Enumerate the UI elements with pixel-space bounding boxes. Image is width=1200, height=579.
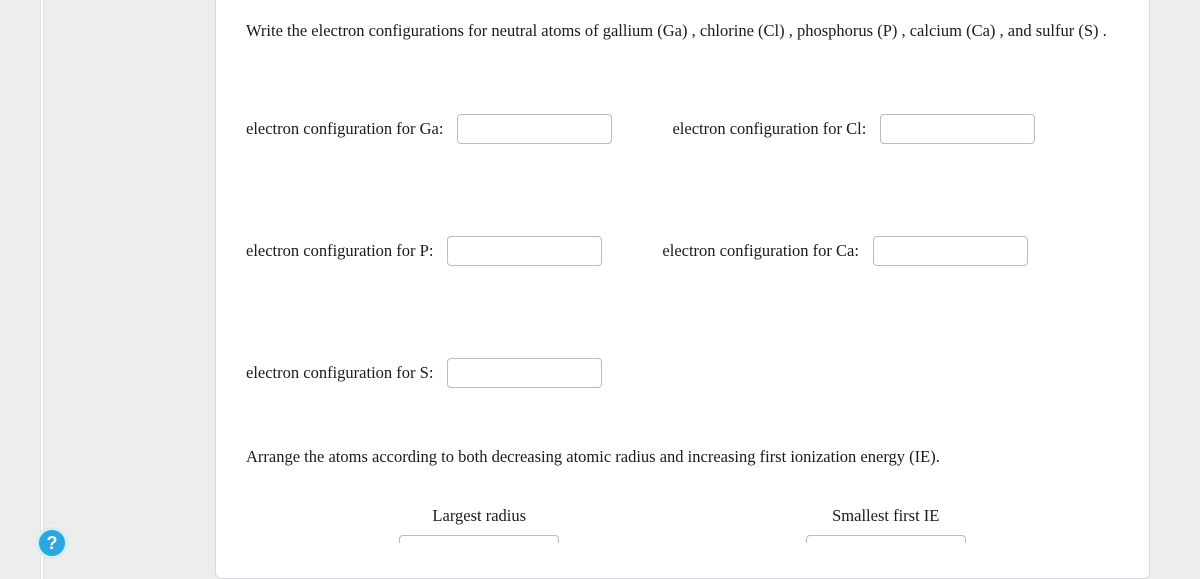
field-pair-s: electron configuration for S:	[246, 358, 602, 388]
input-cl[interactable]	[880, 114, 1035, 144]
field-pair-p: electron configuration for P:	[246, 236, 602, 266]
input-p[interactable]	[447, 236, 602, 266]
rank-label-right: Smallest first IE	[832, 503, 939, 529]
help-button[interactable]: ?	[36, 527, 68, 559]
field-pair-ga: electron configuration for Ga:	[246, 114, 612, 144]
field-pair-ca: electron configuration for Ca:	[662, 236, 1028, 266]
rank-dropzone-right[interactable]	[806, 535, 966, 543]
row-p-ca: electron configuration for P: electron c…	[246, 236, 1119, 266]
help-icon: ?	[47, 533, 58, 554]
question-prompt: Write the electron configurations for ne…	[246, 18, 1119, 44]
question-card: Write the electron configurations for ne…	[215, 0, 1150, 579]
field-pair-cl: electron configuration for Cl:	[672, 114, 1035, 144]
row-ga-cl: electron configuration for Ga: electron …	[246, 114, 1119, 144]
rank-dropzone-left[interactable]	[399, 535, 559, 543]
input-ca[interactable]	[873, 236, 1028, 266]
input-ga[interactable]	[457, 114, 612, 144]
page: Write the electron configurations for ne…	[0, 0, 1200, 579]
input-s[interactable]	[447, 358, 602, 388]
rank-label-left: Largest radius	[432, 503, 526, 529]
rank-col-right: Smallest first IE	[776, 503, 996, 543]
left-gutter	[40, 0, 44, 579]
rank-row: Largest radius Smallest first IE	[246, 503, 1119, 543]
label-s: electron configuration for S:	[246, 360, 433, 386]
row-s: electron configuration for S:	[246, 358, 1119, 388]
rank-col-left: Largest radius	[369, 503, 589, 543]
label-cl: electron configuration for Cl:	[672, 116, 866, 142]
arrange-prompt: Arrange the atoms according to both decr…	[246, 444, 1119, 470]
label-ca: electron configuration for Ca:	[662, 238, 859, 264]
label-p: electron configuration for P:	[246, 238, 433, 264]
label-ga: electron configuration for Ga:	[246, 116, 443, 142]
